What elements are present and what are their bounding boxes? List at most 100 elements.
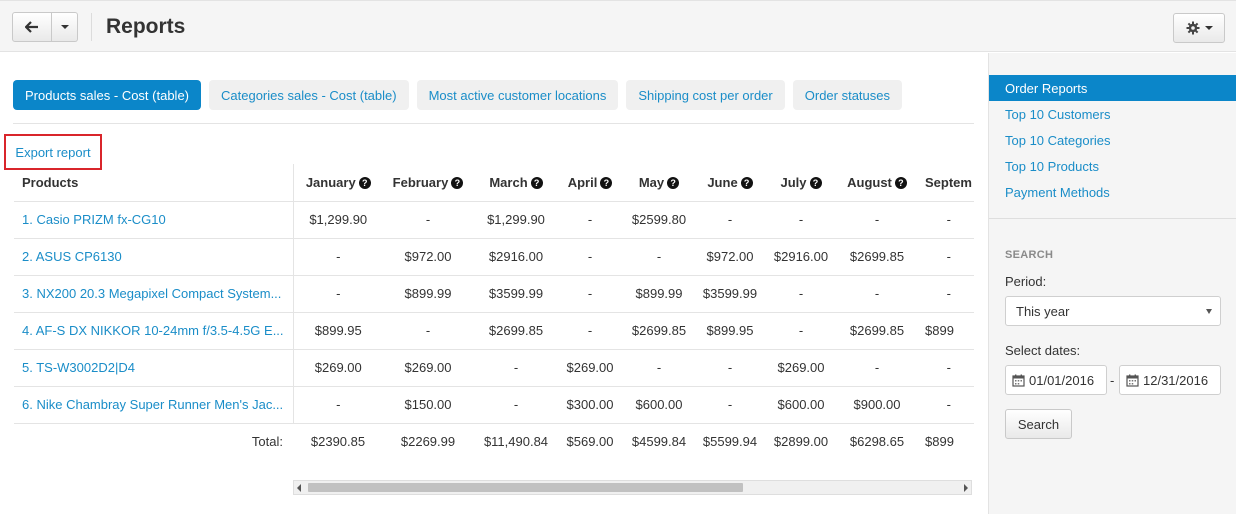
question-icon[interactable]: ? xyxy=(600,176,613,189)
product-link[interactable]: 3. NX200 20.3 Megapixel Compact System..… xyxy=(14,274,293,312)
scroll-left-icon[interactable] xyxy=(297,484,301,492)
period-select[interactable]: This year xyxy=(1005,296,1221,326)
table-cell: - xyxy=(915,348,974,386)
table-cell: - xyxy=(915,385,974,423)
table-row: 2. ASUS CP6130 - $972.00 $2916.00 - - $9… xyxy=(14,237,974,275)
table-cell: $3599.99 xyxy=(473,274,559,312)
period-label: Period: xyxy=(1005,274,1047,289)
question-icon[interactable]: ? xyxy=(809,176,822,189)
table-cell: - xyxy=(915,200,974,238)
column-header-month[interactable]: August? xyxy=(839,164,915,201)
total-label: Total: xyxy=(14,422,293,460)
total-cell: $4599.84 xyxy=(621,422,697,460)
product-link[interactable]: 2. ASUS CP6130 xyxy=(14,237,293,275)
horizontal-scrollbar[interactable] xyxy=(293,480,972,495)
table-row: 6. Nike Chambray Super Runner Men's Jac.… xyxy=(14,385,974,423)
table-header-row: Products January? February? March? April… xyxy=(14,164,974,201)
table-cell: $269.00 xyxy=(383,348,473,386)
page-title: Reports xyxy=(106,15,186,38)
total-cell: $569.00 xyxy=(559,422,621,460)
table-cell: - xyxy=(763,274,839,312)
sidebar-item-top-categories[interactable]: Top 10 Categories xyxy=(989,127,1236,153)
report-table-container[interactable]: Products January? February? March? April… xyxy=(14,164,974,464)
scroll-right-icon[interactable] xyxy=(964,484,968,492)
column-header-month[interactable]: June? xyxy=(697,164,763,201)
tab-order-statuses[interactable]: Order statuses xyxy=(792,80,903,110)
settings-button[interactable] xyxy=(1173,13,1225,43)
table-cell: - xyxy=(839,274,915,312)
table-cell: - xyxy=(763,200,839,238)
calendar-icon xyxy=(1012,374,1025,387)
question-icon[interactable]: ? xyxy=(530,176,543,189)
chevron-down-icon xyxy=(1204,26,1213,30)
column-header-month[interactable]: February? xyxy=(383,164,473,201)
date-separator: - xyxy=(1110,373,1115,388)
table-cell: - xyxy=(697,200,763,238)
question-icon[interactable]: ? xyxy=(451,176,464,189)
column-header-month[interactable]: April? xyxy=(559,164,621,201)
date-from-field[interactable]: 01/01/2016 xyxy=(1005,365,1107,395)
table-cell: - xyxy=(763,311,839,349)
date-from-value: 01/01/2016 xyxy=(1029,372,1095,388)
table-cell: $900.00 xyxy=(839,385,915,423)
back-button[interactable] xyxy=(12,12,52,42)
column-header-month[interactable]: May? xyxy=(621,164,697,201)
product-link[interactable]: 5. TS-W3002D2|D4 xyxy=(14,348,293,386)
table-cell: - xyxy=(915,237,974,275)
question-icon[interactable]: ? xyxy=(667,176,680,189)
table-cell: - xyxy=(621,237,697,275)
table-cell: $269.00 xyxy=(559,348,621,386)
column-header-month[interactable]: January? xyxy=(292,164,383,201)
tab-customer-locations[interactable]: Most active customer locations xyxy=(416,80,619,110)
search-button[interactable]: Search xyxy=(1005,409,1072,439)
table-cell: - xyxy=(292,385,383,423)
sidebar-item-payment-methods[interactable]: Payment Methods xyxy=(989,179,1236,205)
question-icon[interactable]: ? xyxy=(894,176,907,189)
table-cell: $1,299.90 xyxy=(473,200,559,238)
table-cell: $2699.85 xyxy=(839,237,915,275)
table-cell: $2599.80 xyxy=(621,200,697,238)
column-header-month[interactable]: March? xyxy=(473,164,559,201)
table-cell: - xyxy=(559,200,621,238)
total-cell: $2269.99 xyxy=(383,422,473,460)
column-header-products[interactable]: Products xyxy=(14,164,293,201)
sidebar-item-top-products[interactable]: Top 10 Products xyxy=(989,153,1236,179)
table-cell: $600.00 xyxy=(763,385,839,423)
table-cell: $150.00 xyxy=(383,385,473,423)
table-cell: $899.99 xyxy=(621,274,697,312)
total-cell: $899 xyxy=(915,422,974,460)
table-cell: $899 xyxy=(915,311,974,349)
export-report-link[interactable]: Export report xyxy=(15,145,90,160)
date-to-field[interactable]: 12/31/2016 xyxy=(1119,365,1221,395)
sidebar-item-top-customers[interactable]: Top 10 Customers xyxy=(989,101,1236,127)
table-cell: - xyxy=(839,348,915,386)
table-row: 1. Casio PRIZM fx-CG10 $1,299.90 - $1,29… xyxy=(14,200,974,238)
table-cell: - xyxy=(473,348,559,386)
table-cell: $3599.99 xyxy=(697,274,763,312)
total-cell: $2899.00 xyxy=(763,422,839,460)
table-cell: $2699.85 xyxy=(839,311,915,349)
back-dropdown-button[interactable] xyxy=(52,12,78,42)
column-header-month[interactable]: Septem xyxy=(915,164,974,201)
column-header-month[interactable]: July? xyxy=(763,164,839,201)
table-cell: - xyxy=(839,200,915,238)
product-link[interactable]: 6. Nike Chambray Super Runner Men's Jac.… xyxy=(14,385,293,423)
tab-shipping-cost[interactable]: Shipping cost per order xyxy=(626,80,785,110)
tab-products-sales-cost[interactable]: Products sales - Cost (table) xyxy=(13,80,202,110)
table-cell: $972.00 xyxy=(697,237,763,275)
tab-categories-sales-cost[interactable]: Categories sales - Cost (table) xyxy=(209,80,409,110)
arrow-left-icon xyxy=(25,21,38,33)
question-icon[interactable]: ? xyxy=(740,176,753,189)
scrollbar-thumb[interactable] xyxy=(308,483,743,492)
table-cell: $2699.85 xyxy=(473,311,559,349)
search-section-title: SEARCH xyxy=(1005,249,1054,261)
product-link[interactable]: 4. AF-S DX NIKKOR 10-24mm f/3.5-4.5G E..… xyxy=(14,311,293,349)
table-cell: - xyxy=(292,274,383,312)
table-cell: - xyxy=(559,237,621,275)
question-icon[interactable]: ? xyxy=(358,176,371,189)
period-select-value: This year xyxy=(1016,303,1070,319)
sidebar-item-order-reports[interactable]: Order Reports xyxy=(989,75,1236,101)
product-link[interactable]: 1. Casio PRIZM fx-CG10 xyxy=(14,200,293,238)
calendar-icon xyxy=(1126,374,1139,387)
table-cell: - xyxy=(621,348,697,386)
